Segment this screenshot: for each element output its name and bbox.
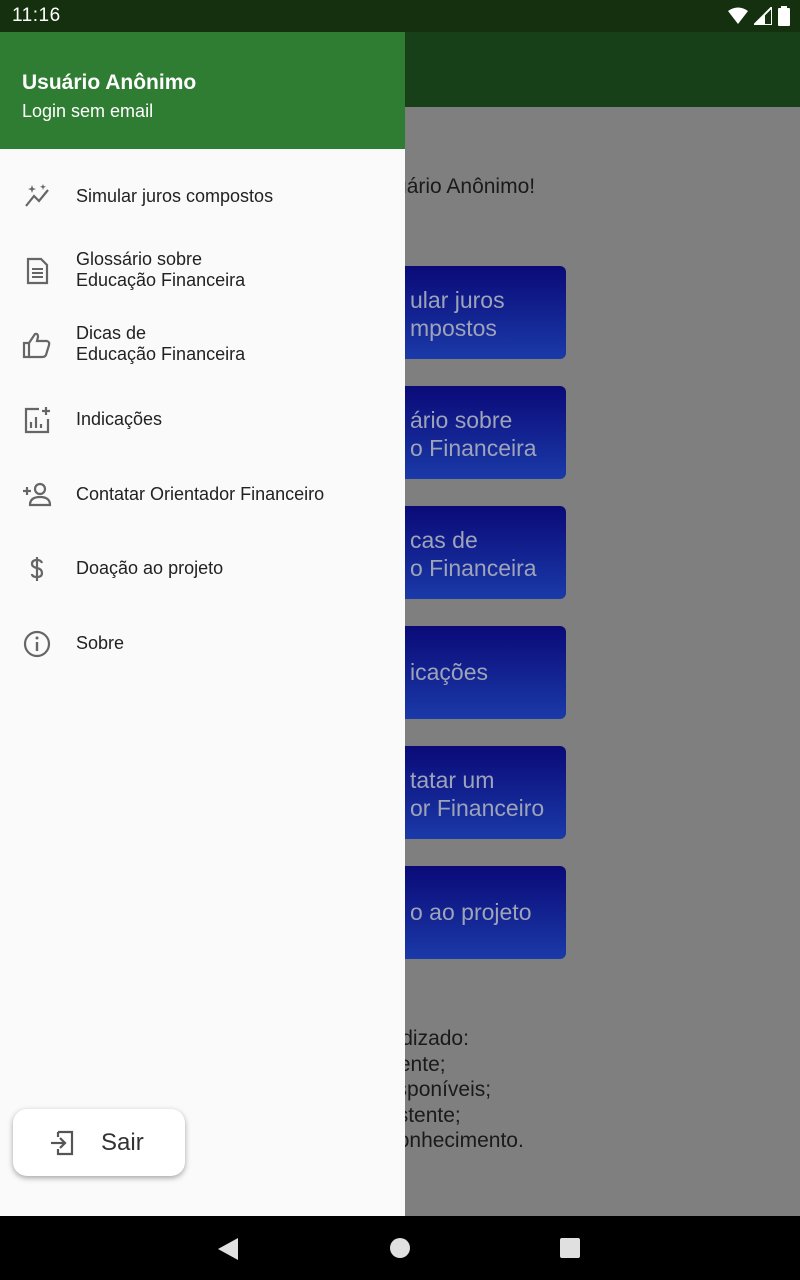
button-label: o Financeira — [410, 435, 537, 461]
button-label: mpostos — [410, 315, 497, 341]
button-label: icações — [410, 659, 488, 685]
label-line: Educação Financeira — [76, 270, 246, 290]
menu-item-label: Doação ao projeto — [76, 558, 224, 578]
info-icon — [22, 629, 52, 659]
button-label: o Financeira — [410, 555, 537, 581]
thumb-up-icon — [22, 330, 52, 360]
button-label: tatar um — [410, 767, 495, 793]
menu-item-glossary[interactable]: Glossário sobre Educação Financeira — [0, 241, 405, 301]
logout-icon — [49, 1130, 75, 1156]
signal-icon — [754, 7, 772, 25]
article-icon — [22, 256, 52, 286]
menu-item-label: Glossário sobre Educação Financeira — [76, 249, 245, 291]
drawer-header: Usuário Anônimo Login sem email — [0, 32, 405, 149]
person-add-icon — [22, 480, 52, 510]
insights-icon — [22, 405, 52, 435]
home-icon[interactable] — [390, 1238, 410, 1258]
user-name: Usuário Anônimo — [22, 71, 197, 94]
button-label: ário sobre — [410, 407, 513, 433]
label-line: Educação Financeira — [76, 344, 246, 364]
navigation-drawer: Usuário Anônimo Login sem email Simular … — [0, 32, 405, 1216]
menu-item-label: Simular juros compostos — [76, 186, 274, 206]
menu-item-label: Contatar Orientador Financeiro — [76, 484, 325, 504]
logout-label: Sair — [101, 1129, 144, 1156]
menu-item-simulate[interactable]: Simular juros compostos — [0, 167, 405, 227]
label-line: Dicas de — [76, 323, 147, 343]
auto-awesome-icon — [22, 182, 52, 212]
status-icons — [728, 6, 790, 26]
menu-item-label: Sobre — [76, 633, 125, 653]
menu-item-indications[interactable]: Indicações — [0, 390, 405, 450]
dollar-icon — [22, 554, 52, 584]
logout-button[interactable]: Sair — [13, 1109, 185, 1176]
wifi-icon — [728, 7, 748, 24]
status-time: 11:16 — [12, 5, 61, 26]
button-label: o ao projeto — [410, 899, 532, 925]
menu-item-tips[interactable]: Dicas de Educação Financeira — [0, 315, 405, 375]
system-nav-bar — [0, 1216, 800, 1280]
user-login-type: Login sem email — [22, 101, 154, 121]
menu-item-about[interactable]: Sobre — [0, 614, 405, 674]
back-icon[interactable] — [218, 1238, 238, 1260]
battery-icon — [778, 6, 790, 26]
menu-item-label: Indicações — [76, 409, 163, 429]
button-label: ular juros — [410, 287, 505, 313]
status-bar: 11:16 — [0, 0, 800, 32]
recents-icon[interactable] — [560, 1238, 580, 1258]
button-label: or Financeiro — [410, 795, 545, 821]
menu-item-contact-advisor[interactable]: Contatar Orientador Financeiro — [0, 465, 405, 525]
menu-item-label: Dicas de Educação Financeira — [76, 323, 245, 365]
button-label: cas de — [410, 527, 478, 553]
menu-item-donation[interactable]: Doação ao projeto — [0, 539, 405, 599]
label-line: Glossário sobre — [76, 249, 203, 269]
